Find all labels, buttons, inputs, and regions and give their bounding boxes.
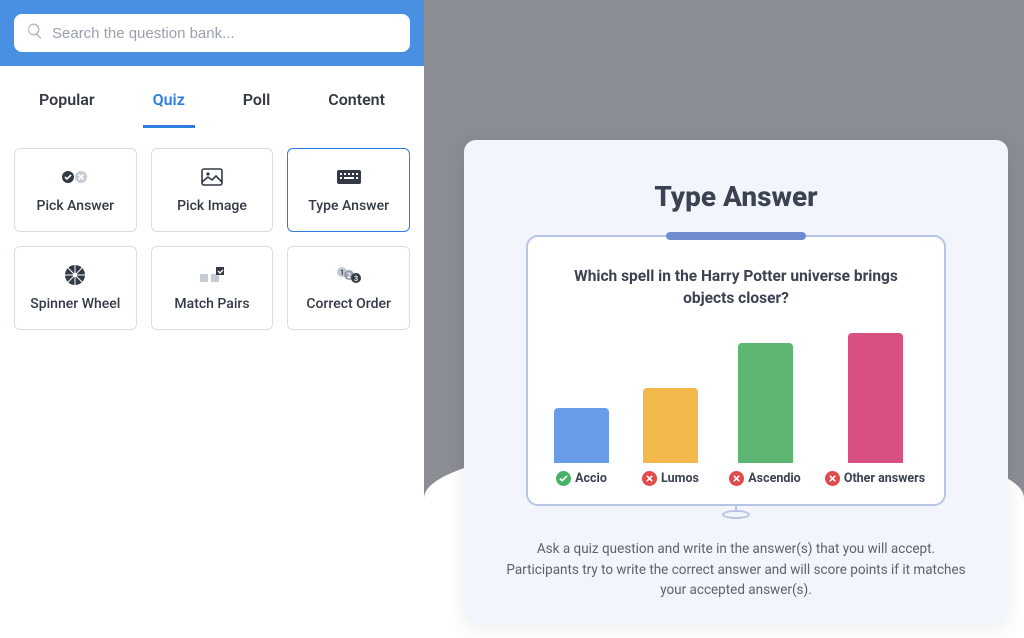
card-label: Pick Image: [177, 198, 247, 214]
bar-ascendio: Ascendio: [730, 343, 800, 486]
preview-title: Type Answer: [654, 180, 817, 213]
tab-poll[interactable]: Poll: [233, 84, 281, 128]
order-icon: 123: [336, 264, 362, 286]
tab-content[interactable]: Content: [318, 84, 395, 128]
stand-base: [722, 510, 750, 519]
bar-label: Ascendio: [729, 471, 801, 486]
card-pick-answer[interactable]: Pick Answer: [14, 148, 137, 232]
chart-panel: Which spell in the Harry Potter universe…: [526, 235, 946, 506]
tab-quiz[interactable]: Quiz: [143, 84, 195, 128]
keyboard-icon: [336, 166, 362, 188]
bar-label: Accio: [556, 471, 607, 486]
bar-chart: Accio Lumos Ascendio: [552, 336, 920, 486]
bar-label: Other answers: [825, 471, 925, 486]
card-label: Match Pairs: [174, 296, 249, 312]
category-tabs: Popular Quiz Poll Content: [0, 66, 424, 128]
card-type-answer[interactable]: Type Answer: [287, 148, 410, 232]
check-x-icon: [62, 166, 88, 188]
bar-label-text: Ascendio: [748, 471, 801, 486]
card-spinner-wheel[interactable]: Spinner Wheel: [14, 246, 137, 330]
pairs-icon: [199, 264, 225, 286]
question-type-panel: Popular Quiz Poll Content Pick Answer Pi…: [0, 0, 424, 638]
tab-popular[interactable]: Popular: [29, 84, 105, 128]
correct-icon: [556, 471, 571, 486]
card-label: Correct Order: [306, 296, 391, 312]
image-icon: [201, 166, 223, 188]
bar-other: Other answers: [830, 333, 920, 486]
bar-lumos: Lumos: [641, 388, 700, 486]
bar-label-text: Accio: [575, 471, 607, 486]
quiz-type-grid: Pick Answer Pick Image Type Answer Spinn…: [0, 128, 424, 350]
wheel-icon: [64, 264, 86, 286]
search-icon: [26, 22, 44, 44]
search-bar-container: [0, 0, 424, 66]
preview-description: Ask a quiz question and write in the ans…: [504, 539, 968, 600]
bar-label-text: Lumos: [661, 471, 699, 486]
wrong-icon: [825, 471, 840, 486]
card-label: Pick Answer: [37, 198, 115, 214]
card-pick-image[interactable]: Pick Image: [151, 148, 274, 232]
bar: [554, 408, 609, 463]
bar: [848, 333, 903, 463]
card-label: Spinner Wheel: [30, 296, 120, 312]
card-label: Type Answer: [308, 198, 389, 214]
card-correct-order[interactable]: 123 Correct Order: [287, 246, 410, 330]
svg-text:3: 3: [354, 275, 358, 283]
wrong-icon: [642, 471, 657, 486]
search-input[interactable]: [52, 25, 398, 42]
svg-text:2: 2: [347, 272, 351, 280]
svg-text:1: 1: [340, 269, 344, 277]
search-field[interactable]: [14, 14, 410, 52]
bar-label: Lumos: [642, 471, 699, 486]
wrong-icon: [729, 471, 744, 486]
bar-label-text: Other answers: [844, 471, 925, 486]
chart-question: Which spell in the Harry Potter universe…: [552, 265, 920, 310]
bar: [738, 343, 793, 463]
bar-accio: Accio: [552, 408, 611, 486]
preview-area: Type Answer Which spell in the Harry Pot…: [424, 0, 1024, 638]
preview-card: Type Answer Which spell in the Harry Pot…: [464, 140, 1008, 624]
bar: [643, 388, 698, 463]
card-match-pairs[interactable]: Match Pairs: [151, 246, 274, 330]
